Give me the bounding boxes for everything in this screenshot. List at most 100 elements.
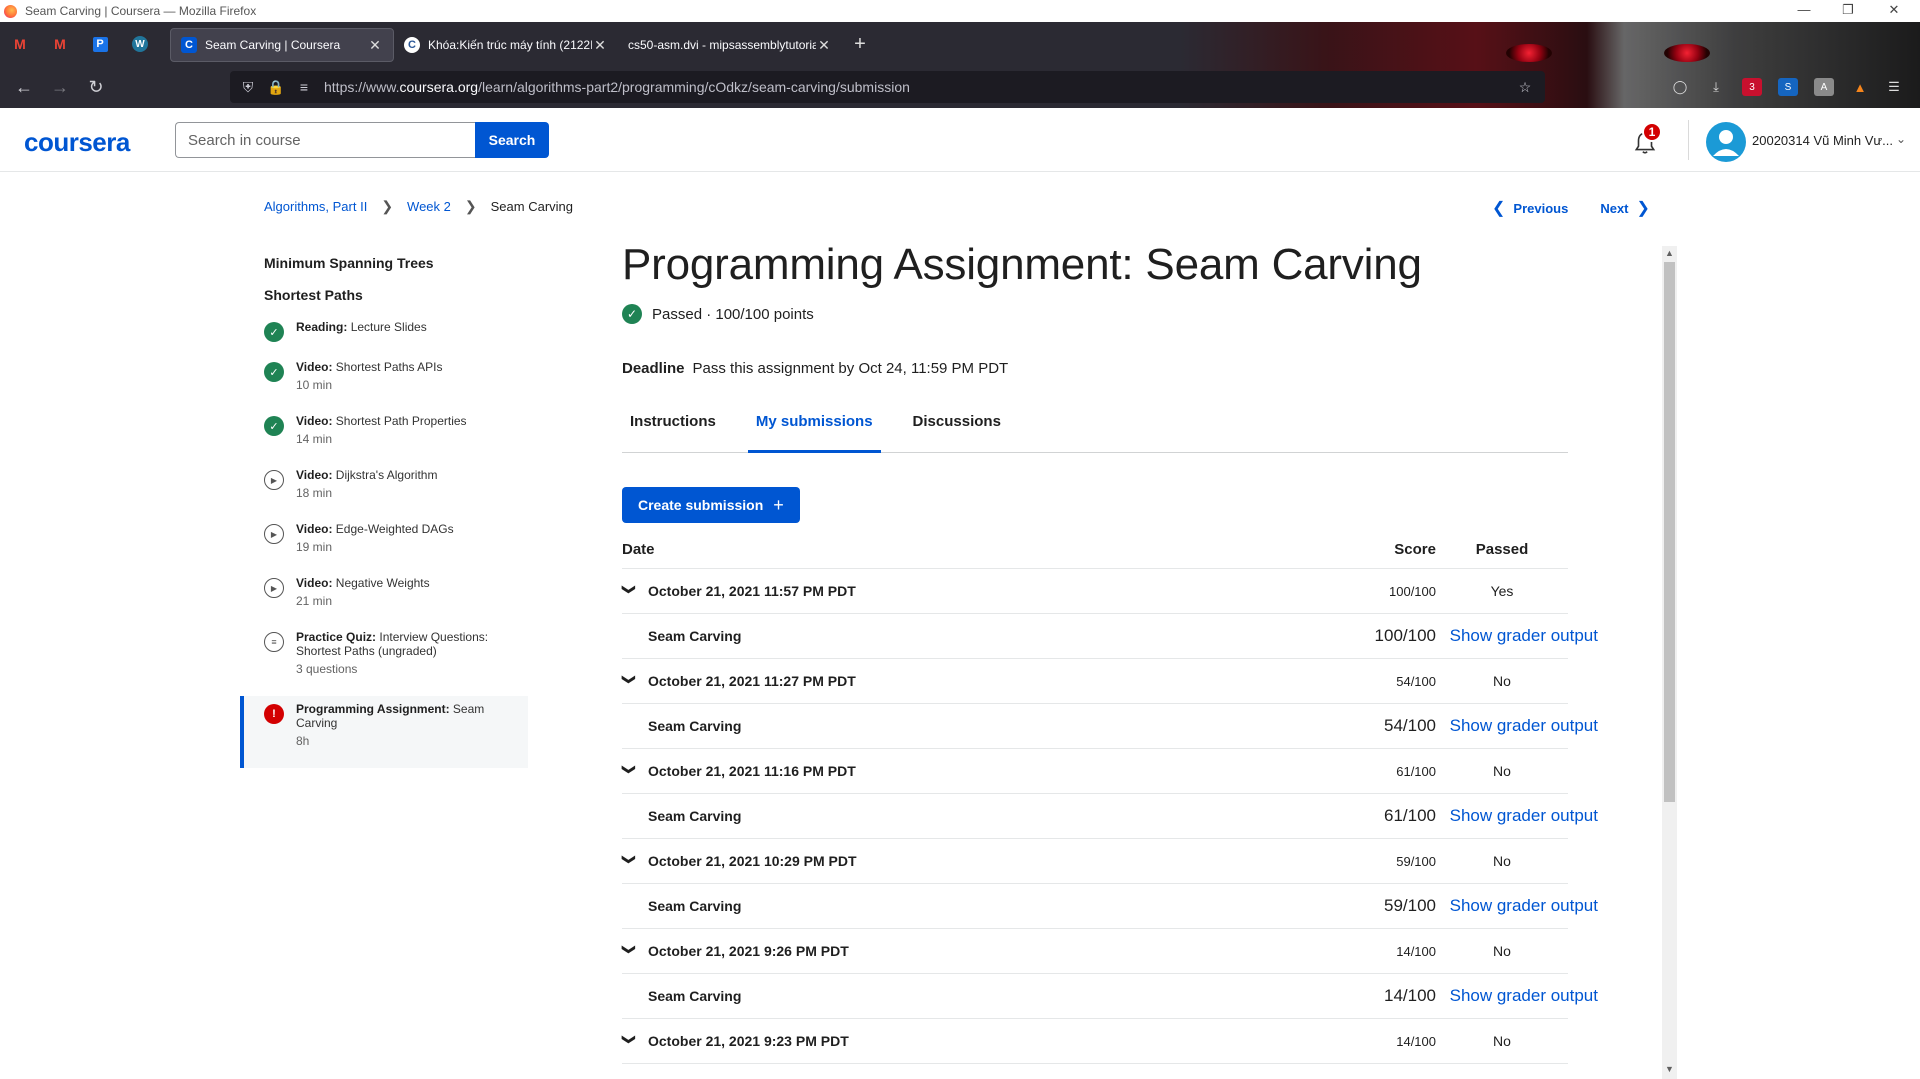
navigation-bar: ← → ↻ ⛨ 🔒 ≡ https://www.coursera.org/lea… <box>0 66 1920 108</box>
pinned-tab-gmail[interactable]: M <box>0 22 40 66</box>
sidebar-item-seam-carving[interactable]: ! Programming Assignment: Seam Carving 8… <box>240 696 528 768</box>
show-grader-output-link[interactable]: Show grader output <box>1436 896 1598 916</box>
chevron-down-icon[interactable]: ❯ <box>621 944 637 958</box>
submission-row[interactable]: ❯ October 21, 2021 11:16 PM PDT 61/100 No <box>622 749 1568 794</box>
next-link[interactable]: Next <box>1600 201 1628 216</box>
submission-row[interactable]: ❯ October 21, 2021 11:57 PM PDT 100/100 Y… <box>622 569 1568 614</box>
chevron-down-icon[interactable]: ❯ <box>621 584 637 598</box>
play-icon: ▶ <box>264 578 284 598</box>
sidebar-item-interview-questions[interactable]: ≡ Practice Quiz: Interview Questions: Sh… <box>240 624 528 696</box>
tab-seam-carving[interactable]: C Seam Carving | Coursera ✕ <box>170 28 394 62</box>
course-sidebar: Minimum Spanning Trees Shortest Paths ✓ … <box>240 250 528 768</box>
breadcrumb-week[interactable]: Week 2 <box>407 199 451 214</box>
tab-title: Khóa:Kiến trúc máy tính (2122I_ <box>428 38 592 52</box>
avatar[interactable] <box>1706 122 1746 162</box>
breadcrumb: Algorithms, Part II ❯ Week 2 ❯ Seam Carv… <box>264 198 573 215</box>
menu-icon[interactable]: ☰ <box>1884 78 1904 96</box>
tab-khoa[interactable]: C Khóa:Kiến trúc máy tính (2122I_ ✕ <box>394 28 618 62</box>
plus-icon: + <box>773 494 784 515</box>
search-button[interactable]: Search <box>475 122 549 158</box>
scrollbar-thumb[interactable] <box>1664 262 1675 802</box>
check-icon: ✓ <box>264 322 284 342</box>
submission-row[interactable]: ❯ October 21, 2021 9:23 PM PDT 14/100 No <box>622 1019 1568 1064</box>
tab-my-submissions[interactable]: My submissions <box>747 405 881 453</box>
metamask-icon[interactable]: ▲ <box>1850 78 1870 96</box>
tab-discussions[interactable]: Discussions <box>905 405 1009 453</box>
chevron-down-icon[interactable]: ❯ <box>621 854 637 868</box>
permissions-icon[interactable]: ≡ <box>290 79 318 95</box>
minimize-icon[interactable]: — <box>1786 0 1822 22</box>
pinned-tab-pocket[interactable]: P <box>80 22 120 66</box>
new-tab-icon[interactable]: + <box>842 33 878 56</box>
sidebar-item-shortest-path-properties[interactable]: ✓ Video: Shortest Path Properties 14 min <box>240 408 528 462</box>
check-icon: ✓ <box>622 304 642 324</box>
url-text[interactable]: https://www.coursera.org/learn/algorithm… <box>318 79 1511 95</box>
module-title[interactable]: Shortest Paths <box>240 282 528 314</box>
chevron-left-icon[interactable]: ❮ <box>1492 198 1505 218</box>
user-name[interactable]: 20020314 Vũ Minh Vư... <box>1752 133 1892 148</box>
tab-instructions[interactable]: Instructions <box>622 405 724 453</box>
translate-extension-icon[interactable]: S <box>1778 78 1798 96</box>
site-header: coursera Search 1 20020314 Vũ Minh Vư...… <box>0 108 1920 172</box>
check-icon: ✓ <box>264 362 284 382</box>
sidebar-item-shortest-paths-apis[interactable]: ✓ Video: Shortest Paths APIs 10 min <box>240 354 528 408</box>
close-tab-icon[interactable]: ✕ <box>367 37 383 54</box>
scroll-down-icon[interactable]: ▼ <box>1664 1064 1675 1074</box>
scroll-up-icon[interactable]: ▲ <box>1664 248 1675 258</box>
chevron-right-icon[interactable]: ❯ <box>1637 198 1650 218</box>
show-grader-output-link[interactable]: Show grader output <box>1436 986 1598 1006</box>
submissions-table: Date Score Passed ❯ October 21, 2021 11:5… <box>622 531 1598 1064</box>
browser-chrome: M M P W C Seam Carving | Coursera ✕ C Kh… <box>0 22 1920 108</box>
gmail-icon: M <box>14 36 26 52</box>
forward-icon[interactable]: → <box>42 71 78 103</box>
submission-part-row: Seam Carving 54/100 Show grader output <box>622 704 1598 749</box>
close-window-icon[interactable]: ✕ <box>1876 0 1912 22</box>
chevron-down-icon[interactable]: ❯ <box>621 674 637 688</box>
deadline: Deadline Pass this assignment by Oct 24, … <box>622 360 1602 377</box>
sidebar-item-dijkstra[interactable]: ▶ Video: Dijkstra's Algorithm 18 min <box>240 462 528 516</box>
breadcrumb-course[interactable]: Algorithms, Part II <box>264 199 367 214</box>
status-text: Passed · 100/100 points <box>652 305 814 323</box>
play-icon: ▶ <box>264 470 284 490</box>
submission-row[interactable]: ❯ October 21, 2021 11:27 PM PDT 54/100 No <box>622 659 1568 704</box>
sidebar-item-lecture-slides[interactable]: ✓ Reading: Lecture Slides <box>240 314 528 354</box>
shield-icon[interactable]: ⛨ <box>234 79 262 96</box>
close-tab-icon[interactable]: ✕ <box>816 37 832 54</box>
sidebar-item-edge-weighted-dags[interactable]: ▶ Video: Edge-Weighted DAGs 19 min <box>240 516 528 570</box>
close-tab-icon[interactable]: ✕ <box>592 37 608 54</box>
bookmark-star-icon[interactable]: ☆ <box>1511 79 1539 96</box>
module-title[interactable]: Minimum Spanning Trees <box>240 250 528 282</box>
chevron-down-icon[interactable]: ❯ <box>621 764 637 778</box>
date-header: Date <box>622 541 655 558</box>
chevron-down-icon[interactable]: ⌄ <box>1896 132 1906 146</box>
submission-row[interactable]: ❯ October 21, 2021 9:26 PM PDT 14/100 No <box>622 929 1568 974</box>
downloads-icon[interactable]: ⤓ <box>1706 78 1726 96</box>
pocket-toolbar-icon[interactable]: ◯ <box>1670 78 1690 96</box>
pinned-tab-gmail-2[interactable]: M <box>40 22 80 66</box>
back-icon[interactable]: ← <box>6 71 42 103</box>
show-grader-output-link[interactable]: Show grader output <box>1436 626 1598 646</box>
coursera-logo[interactable]: coursera <box>24 127 130 158</box>
pinned-tab-wordpress[interactable]: W <box>120 22 160 66</box>
chevron-down-icon[interactable]: ❯ <box>621 1034 637 1048</box>
restore-icon[interactable]: ❐ <box>1830 0 1866 22</box>
wordpress-icon: W <box>132 36 148 52</box>
tab-cs50[interactable]: cs50-asm.dvi - mipsassemblytutoria ✕ <box>618 28 842 62</box>
lock-icon[interactable]: 🔒 <box>262 79 290 96</box>
create-submission-button[interactable]: Create submission + <box>622 487 800 523</box>
submission-part-row: Seam Carving 61/100 Show grader output <box>622 794 1598 839</box>
url-bar[interactable]: ⛨ 🔒 ≡ https://www.coursera.org/learn/alg… <box>230 71 1545 103</box>
sidebar-item-negative-weights[interactable]: ▶ Video: Negative Weights 21 min <box>240 570 528 624</box>
submission-row[interactable]: ❯ October 21, 2021 10:29 PM PDT 59/100 No <box>622 839 1568 884</box>
extension-icon[interactable]: 3 <box>1742 78 1762 96</box>
show-grader-output-link[interactable]: Show grader output <box>1436 806 1598 826</box>
dictionary-extension-icon[interactable]: A <box>1814 78 1834 96</box>
show-grader-output-link[interactable]: Show grader output <box>1436 716 1598 736</box>
search-input[interactable] <box>175 122 475 158</box>
deadline-text: Pass this assignment by Oct 24, 11:59 PM… <box>692 360 1009 377</box>
user-silhouette-icon <box>1713 130 1739 156</box>
reload-icon[interactable]: ↻ <box>78 71 114 103</box>
assignment-tabs: Instructions My submissions Discussions <box>622 405 1568 453</box>
previous-link[interactable]: Previous <box>1513 201 1568 216</box>
pocket-icon: P <box>92 36 108 52</box>
